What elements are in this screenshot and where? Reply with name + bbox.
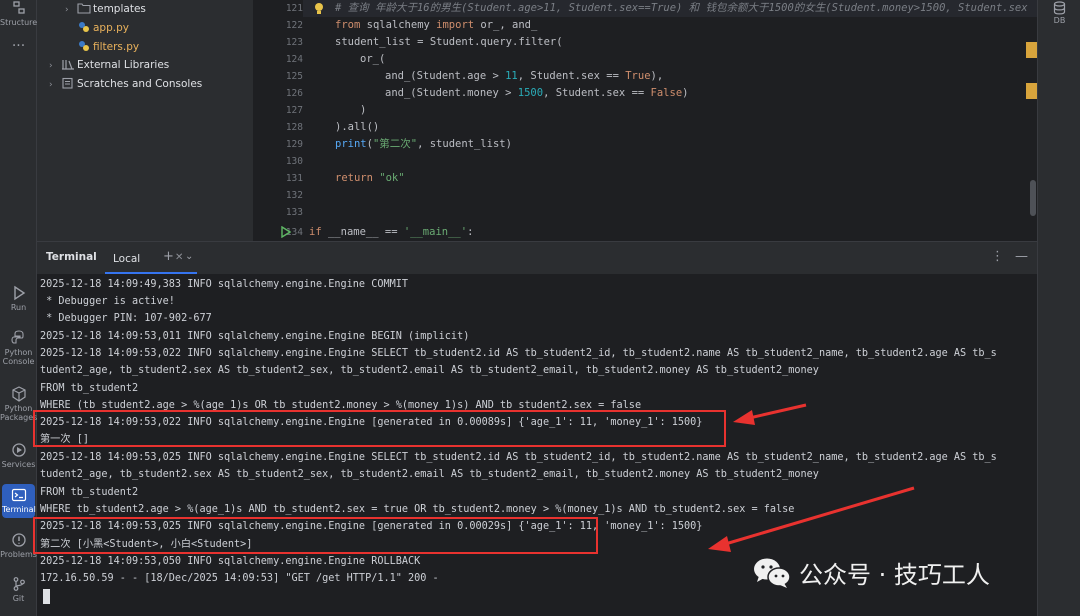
annotation-arrows — [708, 403, 915, 552]
arrow-first — [733, 403, 807, 425]
arrow-second — [708, 486, 915, 552]
watermark-text: 公众号 · 技巧工人 — [799, 561, 990, 589]
watermark: 公众号 · 技巧工人 — [753, 557, 990, 591]
wechat-icon — [754, 558, 791, 588]
